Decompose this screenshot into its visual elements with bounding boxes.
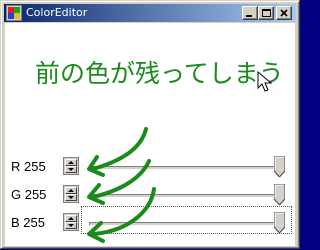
blue-spinner[interactable] xyxy=(63,213,79,231)
green-spinner[interactable] xyxy=(63,185,79,203)
green-value-label: G 255 xyxy=(11,187,47,202)
blue-spin-down-button[interactable] xyxy=(65,222,77,229)
red-spin-down-button[interactable] xyxy=(65,166,77,173)
blue-spin-up-button[interactable] xyxy=(65,215,77,222)
close-button[interactable] xyxy=(276,6,292,20)
title-bar[interactable]: ColorEditor xyxy=(4,4,296,22)
spin-down-icon xyxy=(68,196,74,199)
blue-slider-focus-rect xyxy=(81,206,292,234)
mouse-cursor-icon xyxy=(257,71,273,92)
minimize-icon xyxy=(246,15,252,17)
app-icon[interactable] xyxy=(6,5,22,21)
annotation-text: 前の色が残ってしまう xyxy=(35,59,284,88)
spin-up-icon xyxy=(68,189,74,192)
spin-up-icon xyxy=(68,217,74,220)
blue-value-label: B 255 xyxy=(11,215,45,230)
green-slider-track[interactable] xyxy=(89,194,277,198)
spin-down-icon xyxy=(68,224,74,227)
green-slider-thumb[interactable] xyxy=(274,184,285,205)
spin-up-icon xyxy=(68,161,74,164)
close-icon xyxy=(280,9,288,17)
window-title: ColorEditor xyxy=(26,6,88,19)
spin-down-icon xyxy=(68,168,74,171)
blue-slider-track[interactable] xyxy=(89,222,277,226)
maximize-icon xyxy=(262,9,271,17)
green-spin-down-button[interactable] xyxy=(65,194,77,201)
maximize-button[interactable] xyxy=(258,6,274,20)
red-value-label: R 255 xyxy=(11,159,46,174)
red-slider-track[interactable] xyxy=(89,166,277,170)
red-slider-thumb[interactable] xyxy=(274,156,285,177)
blue-slider-thumb[interactable] xyxy=(274,212,285,233)
green-spin-up-button[interactable] xyxy=(65,187,77,194)
color-editor-window: ColorEditor 前の色が残ってしまう R 255 G 255 B 255 xyxy=(0,0,300,249)
red-spinner[interactable] xyxy=(63,157,79,175)
red-spin-up-button[interactable] xyxy=(65,159,77,166)
minimize-button[interactable] xyxy=(242,6,258,20)
